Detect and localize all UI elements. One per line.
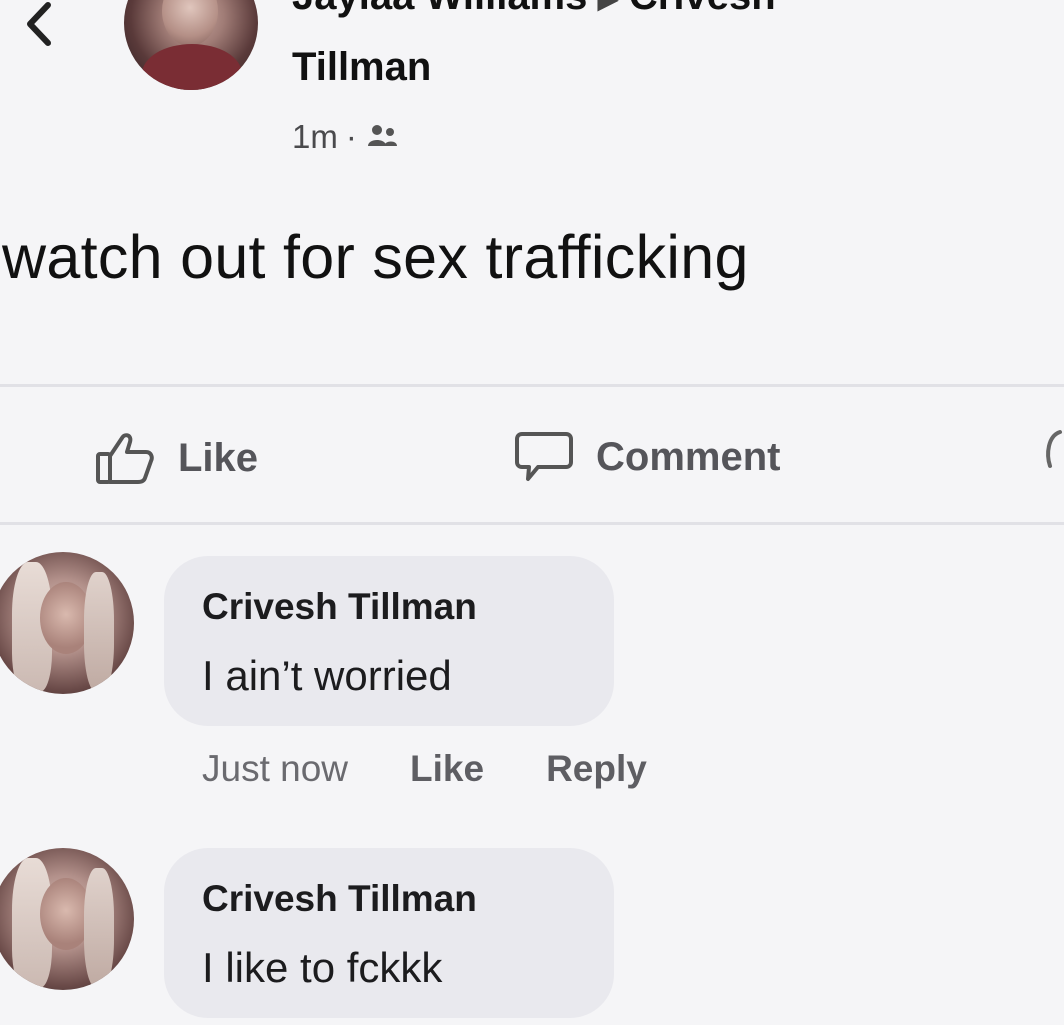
commenter-avatar[interactable] (0, 552, 134, 694)
post-author-name[interactable]: Jaylaa Williams (292, 0, 587, 18)
commenter-avatar[interactable] (0, 848, 134, 990)
comment-author-name[interactable]: Crivesh Tillman (202, 878, 477, 920)
post-author-avatar[interactable] (124, 0, 258, 90)
post-text: watch out for sex trafficking (2, 223, 749, 291)
meta-separator: · (345, 118, 357, 155)
comment-like-button[interactable]: Like (410, 748, 484, 790)
comment-timestamp: Just now (202, 748, 349, 789)
comment-actions: Just now Like Reply (202, 748, 647, 790)
avatar-face (162, 0, 218, 46)
comment-bubble[interactable]: Crivesh Tillman I like to fckkk (164, 848, 614, 1018)
post-action-bar: Like Comment (0, 390, 1064, 520)
back-button[interactable] (14, 0, 64, 54)
chevron-left-icon (27, 2, 51, 46)
divider (0, 522, 1064, 525)
like-label: Like (178, 435, 259, 480)
avatar-hair (84, 868, 114, 988)
comment-reply-button[interactable]: Reply (546, 748, 647, 790)
post-target-last-name[interactable]: Tillman (292, 45, 431, 90)
thumbs-up-icon (96, 433, 154, 484)
comment-bubble[interactable]: Crivesh Tillman I ain’t worried (164, 556, 614, 726)
friends-icon (367, 125, 397, 146)
comment-text: I like to fckkk (202, 944, 443, 991)
divider (0, 384, 1064, 387)
like-button[interactable]: Like (94, 430, 258, 486)
post-target-first-name[interactable]: Crivesh (629, 0, 776, 18)
avatar-shirt (142, 44, 242, 90)
post-author-line: Jaylaa Williams ▶ Crivesh (292, 0, 776, 19)
comment-author-name[interactable]: Crivesh Tillman (202, 586, 477, 628)
avatar-hair (84, 572, 114, 692)
share-icon[interactable] (1040, 426, 1064, 486)
post-meta: 1m · (292, 118, 399, 156)
post-timestamp[interactable]: 1m (292, 118, 338, 156)
comment-button[interactable]: Comment (514, 430, 780, 484)
comment-label: Comment (596, 434, 781, 479)
comment-icon (515, 432, 573, 481)
comment-text: I ain’t worried (202, 652, 452, 699)
post-screen: Jaylaa Williams ▶ Crivesh Tillman 1m · wat… (0, 0, 1064, 1025)
caret-right-icon: ▶ (597, 0, 619, 15)
